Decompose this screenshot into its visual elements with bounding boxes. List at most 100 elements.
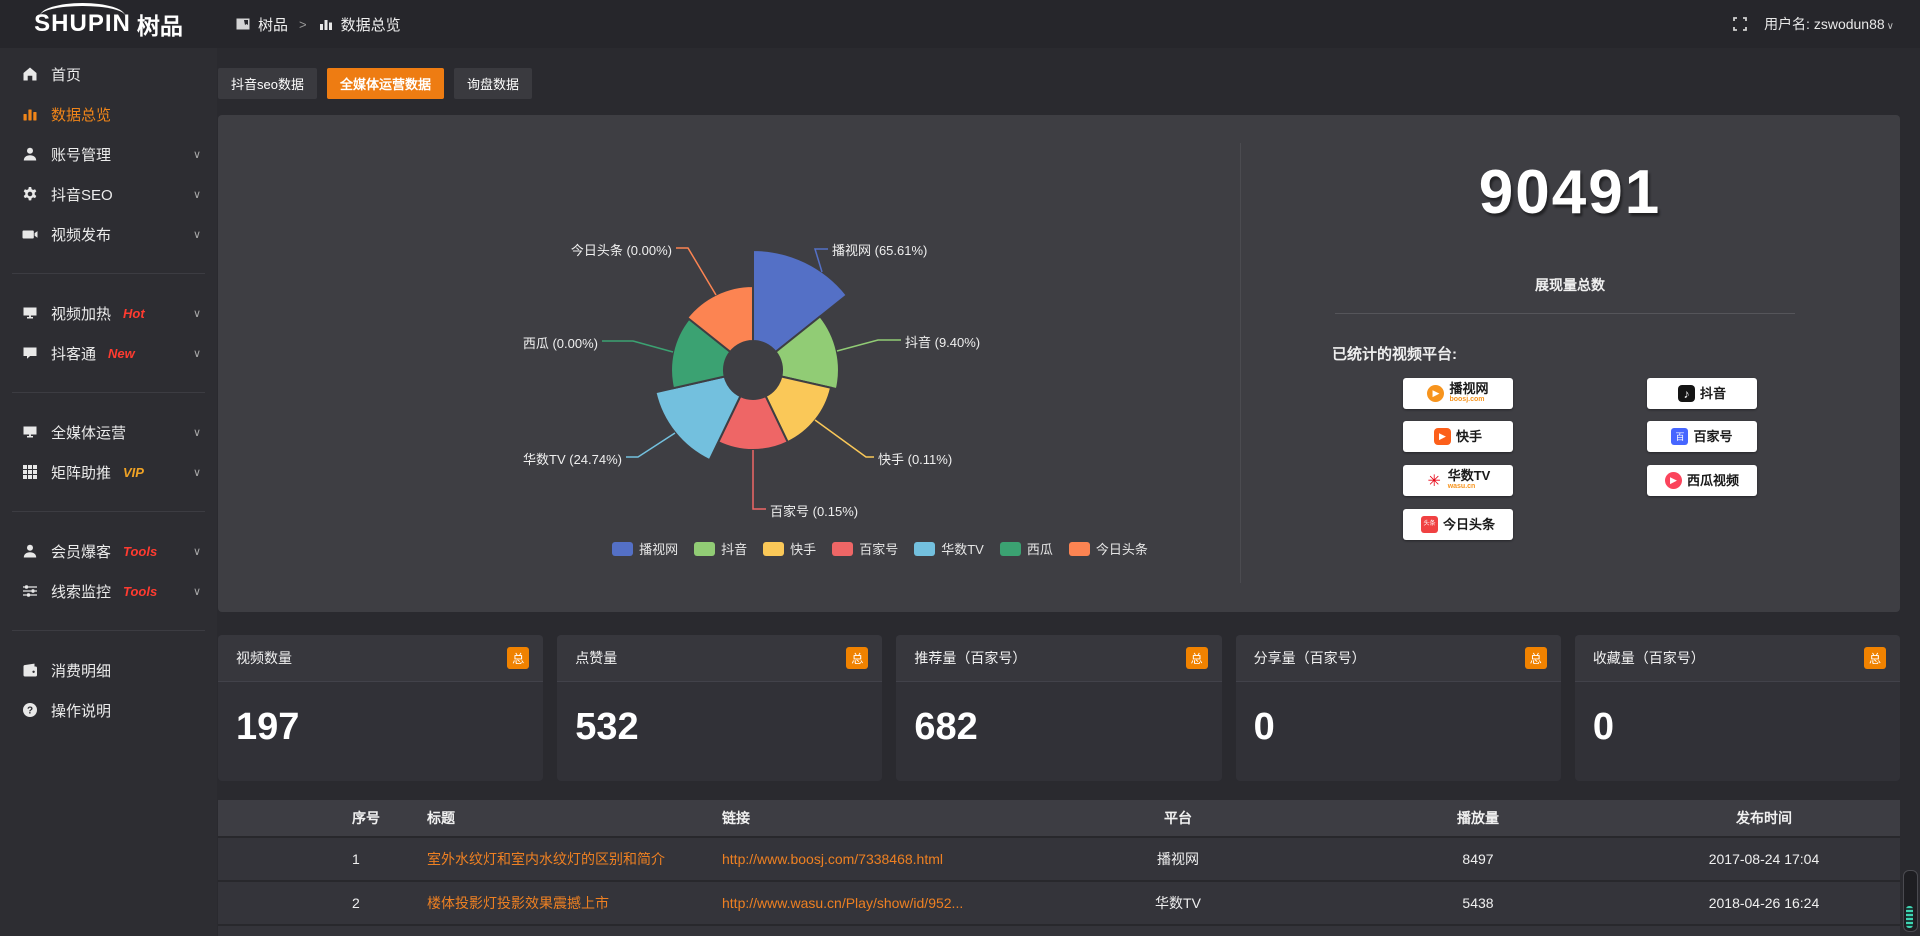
legend-item-播视网[interactable]: 播视网 [612,539,678,558]
sidebar-item-会员爆客[interactable]: 会员爆客Tools∨ [0,531,217,571]
sidebar-item-矩阵助推[interactable]: 矩阵助推VIP∨ [0,452,217,492]
sidebar-item-label: 抖客通 [51,343,96,364]
breadcrumb-root[interactable]: 树品 [258,14,288,35]
legend-label: 今日头条 [1096,539,1148,558]
pie-label-播视网: 播视网 (65.61%) [832,240,927,259]
summary-divider [1335,313,1795,314]
stat-card-点赞量: 点赞量总532 [557,635,882,781]
total-badge[interactable]: 总 [1186,647,1208,669]
chevron-down-icon: ∨ [193,466,201,479]
platform-card-华数TV: ✳华数TVwasu.cn [1403,465,1513,496]
sidebar-item-抖音SEO[interactable]: 抖音SEO∨ [0,174,217,214]
table-row: 2楼体投影灯投影效果震撼上市http://www.wasu.cn/Play/sh… [218,882,1900,926]
top-header: SHUPIN 树品 树品 > 数据总览 用户名: zswodun88∨ [0,0,1920,48]
grid-icon [22,464,38,480]
total-badge[interactable]: 总 [846,647,868,669]
cell-plays: 5438 [1328,895,1628,911]
svg-text:?: ? [27,705,33,716]
sidebar-item-视频发布[interactable]: 视频发布∨ [0,214,217,254]
cell-title[interactable]: 楼体投影灯投影效果震撼上市 [423,893,718,913]
legend-item-快手[interactable]: 快手 [763,539,816,558]
sidebar-divider [12,630,205,631]
total-badge[interactable]: 总 [1864,647,1886,669]
legend-item-华数TV[interactable]: 华数TV [914,539,984,558]
chevron-down-icon: ∨ [193,545,201,558]
legend-item-抖音[interactable]: 抖音 [694,539,747,558]
sidebar-item-label: 全媒体运营 [51,422,126,443]
sidebar-item-label: 矩阵助推 [51,462,111,483]
pie-slice-华数TV[interactable] [656,377,741,461]
chevron-down-icon: ∨ [193,188,201,201]
platform-card-播视网: ▶播视网boosj.com [1403,378,1513,409]
wallet-icon [22,662,38,678]
chevron-down-icon: ∨ [193,148,201,161]
legend-label: 抖音 [721,539,747,558]
sidebar-item-消费明细[interactable]: 消费明细 [0,650,217,690]
sidebar-item-label: 账号管理 [51,144,111,165]
user-icon [22,146,38,162]
platforms-title: 已统计的视频平台: [1332,343,1457,364]
table-row [218,926,1900,936]
scrollbar[interactable] [1903,870,1918,932]
main-content: 抖音seo数据全媒体运营数据询盘数据 播视网 (65.61%)抖音 (9.40%… [217,48,1920,936]
username-label[interactable]: 用户名: zswodun88∨ [1764,14,1894,34]
scrollbar-thumb[interactable] [1906,906,1913,928]
col-header: 发布时间 [1628,808,1900,828]
col-header: 播放量 [1328,808,1628,828]
pie-leader-line [837,340,901,351]
total-impressions-value: 90491 [1240,157,1900,228]
legend-item-百家号[interactable]: 百家号 [832,539,898,558]
cell-link[interactable]: http://www.boosj.com/7338468.html [718,851,1028,867]
cell-platform: 华数TV [1028,893,1328,913]
platform-card-抖音: ♪抖音 [1647,378,1757,409]
cell-time: 2017-08-24 17:04 [1628,851,1900,867]
total-badge[interactable]: 总 [1525,647,1547,669]
gear-icon [22,186,38,202]
sidebar-item-抖客通[interactable]: 抖客通New∨ [0,333,217,373]
total-impressions-label: 展现量总数 [1240,275,1900,295]
tab-抖音seo数据[interactable]: 抖音seo数据 [218,68,317,99]
tab-全媒体运营数据[interactable]: 全媒体运营数据 [327,68,444,99]
cell-link[interactable]: http://www.wasu.cn/Play/show/id/952... [718,895,1028,911]
sidebar-item-全媒体运营[interactable]: 全媒体运营∨ [0,412,217,452]
legend-label: 华数TV [941,539,984,558]
total-badge[interactable]: 总 [507,647,529,669]
sidebar-item-操作说明[interactable]: ? 操作说明 [0,690,217,730]
legend-item-今日头条[interactable]: 今日头条 [1069,539,1148,558]
legend-item-西瓜[interactable]: 西瓜 [1000,539,1053,558]
stat-card-分享量（百家号）: 分享量（百家号）总0 [1236,635,1561,781]
chevron-down-icon: ∨ [1887,21,1894,32]
sidebar-item-线索监控[interactable]: 线索监控Tools∨ [0,571,217,611]
cell-platform: 播视网 [1028,849,1328,869]
legend-swatch [832,542,853,556]
legend-swatch [612,542,633,556]
sidebar-item-label: 首页 [51,64,81,85]
chevron-down-icon: ∨ [193,228,201,241]
screen-icon [22,305,38,321]
sidebar-item-label: 操作说明 [51,700,111,721]
sidebar-item-数据总览[interactable]: 数据总览 [0,94,217,134]
sidebar-item-首页[interactable]: 首页 [0,54,217,94]
pie-label-百家号: 百家号 (0.15%) [770,501,858,520]
legend-label: 播视网 [639,539,678,558]
platform-card-快手: ▶快手 [1403,421,1513,452]
legend-swatch [1000,542,1021,556]
stat-card-value: 197 [236,706,543,749]
pie-label-华数TV: 华数TV (24.74%) [523,449,622,468]
platform-card-西瓜视频: ▶西瓜视频 [1647,465,1757,496]
pie-label-快手: 快手 (0.11%) [878,449,952,468]
cell-title[interactable]: 室外水纹灯和室内水纹灯的区别和简介 [423,849,718,869]
sidebar-item-label: 线索监控 [51,581,111,602]
fullscreen-icon[interactable] [1732,16,1748,32]
tab-询盘数据[interactable]: 询盘数据 [454,68,532,99]
sidebar-item-label: 数据总览 [51,104,111,125]
chart-bar-icon [22,106,38,122]
pie-leader-line [815,420,874,457]
sidebar-item-账号管理[interactable]: 账号管理 ∨ [0,134,217,174]
legend-swatch [914,542,935,556]
sidebar-item-视频加热[interactable]: 视频加热Hot∨ [0,293,217,333]
stat-card-value: 0 [1254,706,1561,749]
chevron-down-icon: ∨ [193,307,201,320]
sidebar-badge: Tools [123,584,157,599]
pie-leader-line [626,433,675,457]
